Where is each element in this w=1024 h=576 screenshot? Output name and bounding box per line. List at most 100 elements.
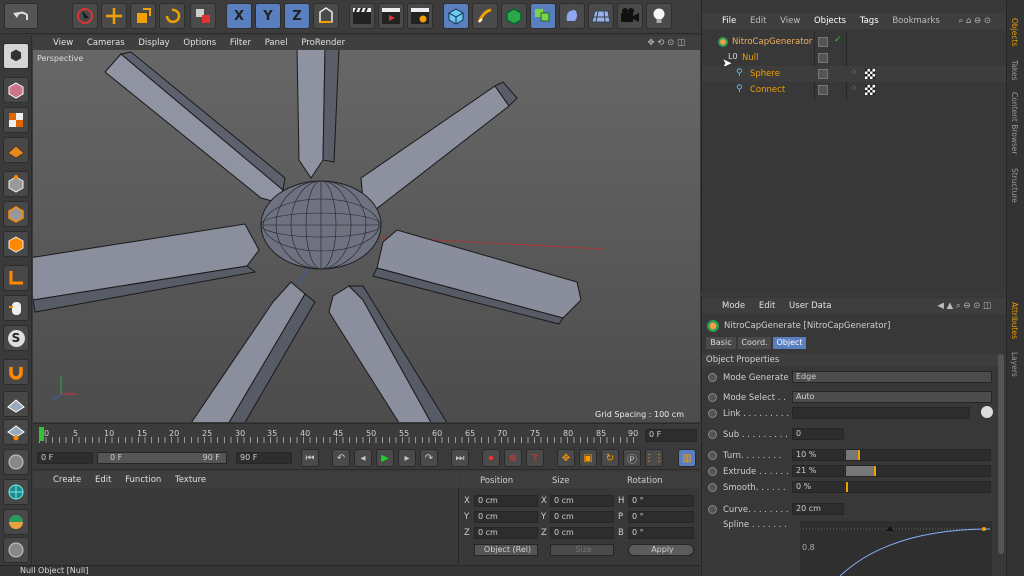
mode-generate-dropdown[interactable]: Edge	[792, 371, 992, 383]
tree-row-connect[interactable]: ⚲ Connect ⁘	[702, 82, 1006, 98]
animate-dot-mode-select[interactable]	[708, 393, 717, 402]
viewport-menu-cameras[interactable]: Cameras	[87, 38, 125, 48]
visibility-toggle-icon[interactable]	[818, 53, 828, 63]
objects-menu-view[interactable]: View	[780, 16, 800, 26]
z-axis-button[interactable]: Z	[284, 3, 310, 29]
apply-button[interactable]: Apply	[628, 544, 694, 556]
objects-menu-file[interactable]: File	[722, 16, 736, 26]
side-tab-attributes[interactable]: Attributes	[1010, 302, 1019, 339]
keyframe-selection-button[interactable]: ?	[526, 449, 544, 467]
side-tab-structure[interactable]: Structure	[1010, 168, 1019, 203]
smooth-field[interactable]: 0 %	[792, 481, 844, 493]
tweak-mode-button[interactable]	[3, 295, 29, 321]
bodypaint-button[interactable]	[3, 479, 29, 505]
side-tab-takes[interactable]: Takes	[1010, 60, 1019, 81]
model-mode-button[interactable]	[3, 77, 29, 103]
attr-tab-coord[interactable]: Coord.	[738, 337, 771, 349]
planar-workplane-button[interactable]	[3, 419, 29, 445]
visibility-toggle-icon[interactable]	[818, 37, 828, 47]
viewport-nav-icons[interactable]: ✥ ⟲ ⊙ ◫	[647, 36, 685, 50]
frame-range-slider[interactable]: 0 F 90 F	[97, 452, 227, 464]
sculpt-button[interactable]	[3, 449, 29, 475]
visibility-toggle-icon[interactable]	[818, 85, 828, 95]
nitro-button[interactable]	[3, 509, 29, 535]
viewport-menu-filter[interactable]: Filter	[230, 38, 251, 48]
objects-menu-bookmarks[interactable]: Bookmarks	[892, 16, 940, 26]
rotate-button[interactable]	[159, 3, 185, 29]
material-menu-edit[interactable]: Edit	[95, 475, 111, 485]
coordinate-system-button[interactable]	[313, 3, 339, 29]
key-scale-button[interactable]: ▣	[579, 449, 597, 467]
rot-h-field[interactable]: 0 °	[628, 495, 694, 507]
pos-z-field[interactable]: 0 cm	[474, 527, 538, 539]
goto-start-button[interactable]: ⏮	[301, 449, 319, 467]
size-mode-select[interactable]: Size	[550, 544, 614, 556]
polygons-mode-button[interactable]	[3, 231, 29, 257]
objects-search-home-icons[interactable]: ⌕ ⌂ ⊖ ⊙	[958, 13, 991, 29]
viewport[interactable]: Perspective Grid Spacing : 100 cm	[33, 50, 700, 422]
deformer-button[interactable]	[559, 3, 585, 29]
animate-dot-extrude[interactable]	[708, 467, 717, 476]
cube-button[interactable]	[443, 3, 469, 29]
render-settings-button[interactable]	[407, 3, 433, 29]
prev-key-button[interactable]: ↶	[332, 449, 350, 467]
key-pla-button[interactable]: ⋮⋮	[644, 449, 664, 467]
animate-dot-sub[interactable]	[708, 430, 717, 439]
axis-mode-button[interactable]	[3, 265, 29, 291]
extrude-field[interactable]: 21 %	[792, 465, 844, 477]
autokey-button[interactable]: ⊚	[504, 449, 522, 467]
camera-button[interactable]	[617, 3, 643, 29]
lock-workplane-button[interactable]	[3, 391, 29, 417]
material-panel[interactable]: Create Edit Function Texture	[33, 472, 459, 564]
attr-tab-object[interactable]: Object	[773, 337, 806, 349]
side-tab-content-browser[interactable]: Content Browser	[1010, 92, 1019, 155]
timeline-window-button[interactable]: ▥	[678, 449, 696, 467]
start-frame-field[interactable]: 0 F	[37, 452, 93, 464]
turn-field[interactable]: 10 %	[792, 449, 844, 461]
material-menu-texture[interactable]: Texture	[175, 475, 206, 485]
size-y-field[interactable]: 0 cm	[550, 511, 614, 523]
pen-spline-button[interactable]	[472, 3, 498, 29]
animate-dot-link[interactable]	[708, 409, 717, 418]
light-button[interactable]	[646, 3, 672, 29]
record-button[interactable]: ⏺	[482, 449, 500, 467]
material-menu-create[interactable]: Create	[53, 475, 81, 485]
render-to-picture-viewer-button[interactable]	[378, 3, 404, 29]
checker-tag-icon[interactable]	[865, 69, 875, 79]
goto-end-button[interactable]: ⏭	[451, 449, 469, 467]
prev-frame-button[interactable]: ◂	[354, 449, 372, 467]
play-button[interactable]: ▶	[376, 449, 394, 467]
smooth-slider[interactable]	[845, 481, 991, 493]
checker-tag-icon[interactable]	[865, 85, 875, 95]
paint-sphere-button[interactable]	[3, 537, 29, 563]
make-editable-button[interactable]: ⬢	[3, 43, 29, 69]
viewport-menu-panel[interactable]: Panel	[265, 38, 288, 48]
tree-row-sphere[interactable]: ⚲ Sphere ⁘	[702, 66, 1006, 82]
pos-x-field[interactable]: 0 cm	[474, 495, 538, 507]
side-tab-layers[interactable]: Layers	[1010, 352, 1019, 377]
sub-field[interactable]: 0	[792, 428, 844, 440]
key-rotation-button[interactable]: ↻	[601, 449, 619, 467]
viewport-menu-display[interactable]: Display	[138, 38, 169, 48]
rot-b-field[interactable]: 0 °	[628, 527, 694, 539]
attr-tab-basic[interactable]: Basic	[706, 337, 736, 349]
attributes-menu-user-data[interactable]: User Data	[789, 301, 831, 311]
edges-mode-button[interactable]	[3, 201, 29, 227]
next-key-button[interactable]: ↷	[420, 449, 438, 467]
end-frame-field[interactable]: 90 F	[236, 452, 292, 464]
scale-button[interactable]	[130, 3, 156, 29]
array-button[interactable]	[530, 3, 556, 29]
recent-tools-button[interactable]	[190, 3, 216, 29]
animate-dot-turn[interactable]	[708, 451, 717, 460]
extrude-slider[interactable]	[845, 465, 991, 477]
key-parameter-button[interactable]: Ⓟ	[623, 449, 641, 467]
render-view-button[interactable]	[349, 3, 375, 29]
turn-slider[interactable]	[845, 449, 991, 461]
live-selection-button[interactable]	[72, 3, 98, 29]
move-button[interactable]	[101, 3, 127, 29]
x-axis-button[interactable]: X	[226, 3, 252, 29]
rot-p-field[interactable]: 0 °	[628, 511, 694, 523]
visibility-toggle-icon[interactable]	[818, 69, 828, 79]
enabled-check-icon[interactable]: ✓	[834, 35, 842, 45]
objects-menu-objects[interactable]: Objects	[814, 16, 846, 26]
